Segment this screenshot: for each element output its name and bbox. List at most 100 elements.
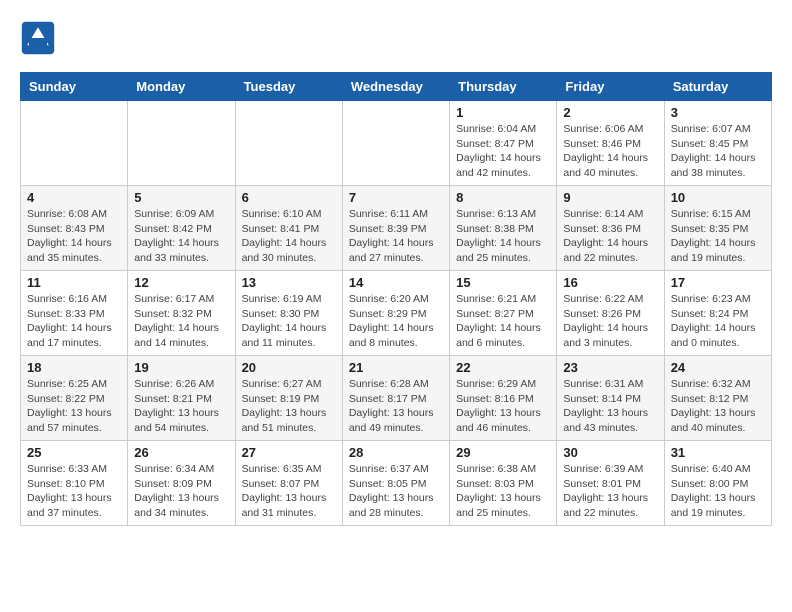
weekday-header-wednesday: Wednesday xyxy=(342,73,449,101)
day-number: 22 xyxy=(456,360,550,375)
day-number: 29 xyxy=(456,445,550,460)
day-info: Sunrise: 6:04 AM Sunset: 8:47 PM Dayligh… xyxy=(456,122,550,181)
day-number: 20 xyxy=(242,360,336,375)
calendar-cell: 14 Sunrise: 6:20 AM Sunset: 8:29 PM Dayli… xyxy=(342,271,449,356)
calendar-cell: 2 Sunrise: 6:06 AM Sunset: 8:46 PM Daylig… xyxy=(557,101,664,186)
calendar-cell: 10 Sunrise: 6:15 AM Sunset: 8:35 PM Dayli… xyxy=(664,186,771,271)
weekday-header-sunday: Sunday xyxy=(21,73,128,101)
day-number: 23 xyxy=(563,360,657,375)
calendar-table: SundayMondayTuesdayWednesdayThursdayFrid… xyxy=(20,72,772,526)
day-number: 24 xyxy=(671,360,765,375)
calendar-cell: 4 Sunrise: 6:08 AM Sunset: 8:43 PM Daylig… xyxy=(21,186,128,271)
day-number: 18 xyxy=(27,360,121,375)
day-number: 21 xyxy=(349,360,443,375)
day-info: Sunrise: 6:13 AM Sunset: 8:38 PM Dayligh… xyxy=(456,207,550,266)
weekday-header-tuesday: Tuesday xyxy=(235,73,342,101)
day-info: Sunrise: 6:22 AM Sunset: 8:26 PM Dayligh… xyxy=(563,292,657,351)
calendar-cell: 28 Sunrise: 6:37 AM Sunset: 8:05 PM Dayli… xyxy=(342,441,449,526)
calendar-cell xyxy=(235,101,342,186)
day-number: 7 xyxy=(349,190,443,205)
day-info: Sunrise: 6:35 AM Sunset: 8:07 PM Dayligh… xyxy=(242,462,336,521)
day-info: Sunrise: 6:14 AM Sunset: 8:36 PM Dayligh… xyxy=(563,207,657,266)
day-info: Sunrise: 6:08 AM Sunset: 8:43 PM Dayligh… xyxy=(27,207,121,266)
day-number: 6 xyxy=(242,190,336,205)
calendar-cell: 9 Sunrise: 6:14 AM Sunset: 8:36 PM Daylig… xyxy=(557,186,664,271)
day-info: Sunrise: 6:34 AM Sunset: 8:09 PM Dayligh… xyxy=(134,462,228,521)
logo-icon xyxy=(20,20,56,56)
calendar-cell: 16Sunrise: 6:22 AM Sunset: 8:26 PM Dayli… xyxy=(557,271,664,356)
weekday-header-row: SundayMondayTuesdayWednesdayThursdayFrid… xyxy=(21,73,772,101)
day-info: Sunrise: 6:10 AM Sunset: 8:41 PM Dayligh… xyxy=(242,207,336,266)
day-info: Sunrise: 6:09 AM Sunset: 8:42 PM Dayligh… xyxy=(134,207,228,266)
calendar-cell xyxy=(342,101,449,186)
day-info: Sunrise: 6:11 AM Sunset: 8:39 PM Dayligh… xyxy=(349,207,443,266)
day-info: Sunrise: 6:39 AM Sunset: 8:01 PM Dayligh… xyxy=(563,462,657,521)
day-number: 13 xyxy=(242,275,336,290)
calendar-cell: 24 Sunrise: 6:32 AM Sunset: 8:12 PM Dayli… xyxy=(664,356,771,441)
calendar-week-2: 4 Sunrise: 6:08 AM Sunset: 8:43 PM Daylig… xyxy=(21,186,772,271)
day-number: 10 xyxy=(671,190,765,205)
day-info: Sunrise: 6:33 AM Sunset: 8:10 PM Dayligh… xyxy=(27,462,121,521)
day-info: Sunrise: 6:07 AM Sunset: 8:45 PM Dayligh… xyxy=(671,122,765,181)
day-number: 4 xyxy=(27,190,121,205)
calendar-week-5: 25 Sunrise: 6:33 AM Sunset: 8:10 PM Dayli… xyxy=(21,441,772,526)
weekday-header-thursday: Thursday xyxy=(450,73,557,101)
day-number: 28 xyxy=(349,445,443,460)
calendar-cell: 19Sunrise: 6:26 AM Sunset: 8:21 PM Dayli… xyxy=(128,356,235,441)
day-number: 2 xyxy=(563,105,657,120)
calendar-cell: 3 Sunrise: 6:07 AM Sunset: 8:45 PM Daylig… xyxy=(664,101,771,186)
day-info: Sunrise: 6:28 AM Sunset: 8:17 PM Dayligh… xyxy=(349,377,443,436)
day-number: 17 xyxy=(671,275,765,290)
calendar-cell: 17 Sunrise: 6:23 AM Sunset: 8:24 PM Dayli… xyxy=(664,271,771,356)
calendar-cell: 27 Sunrise: 6:35 AM Sunset: 8:07 PM Dayli… xyxy=(235,441,342,526)
calendar-cell: 23Sunrise: 6:31 AM Sunset: 8:14 PM Dayli… xyxy=(557,356,664,441)
day-info: Sunrise: 6:23 AM Sunset: 8:24 PM Dayligh… xyxy=(671,292,765,351)
day-info: Sunrise: 6:19 AM Sunset: 8:30 PM Dayligh… xyxy=(242,292,336,351)
calendar-cell: 5 Sunrise: 6:09 AM Sunset: 8:42 PM Daylig… xyxy=(128,186,235,271)
day-info: Sunrise: 6:06 AM Sunset: 8:46 PM Dayligh… xyxy=(563,122,657,181)
day-info: Sunrise: 6:15 AM Sunset: 8:35 PM Dayligh… xyxy=(671,207,765,266)
day-number: 31 xyxy=(671,445,765,460)
calendar-week-1: 1 Sunrise: 6:04 AM Sunset: 8:47 PM Daylig… xyxy=(21,101,772,186)
day-info: Sunrise: 6:37 AM Sunset: 8:05 PM Dayligh… xyxy=(349,462,443,521)
day-info: Sunrise: 6:20 AM Sunset: 8:29 PM Dayligh… xyxy=(349,292,443,351)
weekday-header-friday: Friday xyxy=(557,73,664,101)
calendar-cell: 12 Sunrise: 6:17 AM Sunset: 8:32 PM Dayli… xyxy=(128,271,235,356)
day-info: Sunrise: 6:27 AM Sunset: 8:19 PM Dayligh… xyxy=(242,377,336,436)
weekday-header-monday: Monday xyxy=(128,73,235,101)
calendar-week-4: 18Sunrise: 6:25 AM Sunset: 8:22 PM Dayli… xyxy=(21,356,772,441)
day-number: 15 xyxy=(456,275,550,290)
calendar-cell: 7 Sunrise: 6:11 AM Sunset: 8:39 PM Daylig… xyxy=(342,186,449,271)
day-info: Sunrise: 6:32 AM Sunset: 8:12 PM Dayligh… xyxy=(671,377,765,436)
day-number: 27 xyxy=(242,445,336,460)
day-number: 25 xyxy=(27,445,121,460)
day-number: 5 xyxy=(134,190,228,205)
day-number: 19 xyxy=(134,360,228,375)
day-info: Sunrise: 6:29 AM Sunset: 8:16 PM Dayligh… xyxy=(456,377,550,436)
calendar-cell: 6 Sunrise: 6:10 AM Sunset: 8:41 PM Daylig… xyxy=(235,186,342,271)
day-number: 12 xyxy=(134,275,228,290)
calendar-cell: 26Sunrise: 6:34 AM Sunset: 8:09 PM Dayli… xyxy=(128,441,235,526)
calendar-cell: 25 Sunrise: 6:33 AM Sunset: 8:10 PM Dayli… xyxy=(21,441,128,526)
calendar-cell: 30Sunrise: 6:39 AM Sunset: 8:01 PM Dayli… xyxy=(557,441,664,526)
calendar-cell: 8 Sunrise: 6:13 AM Sunset: 8:38 PM Daylig… xyxy=(450,186,557,271)
day-number: 9 xyxy=(563,190,657,205)
day-number: 11 xyxy=(27,275,121,290)
day-info: Sunrise: 6:16 AM Sunset: 8:33 PM Dayligh… xyxy=(27,292,121,351)
calendar-cell: 29 Sunrise: 6:38 AM Sunset: 8:03 PM Dayli… xyxy=(450,441,557,526)
calendar-cell: 1 Sunrise: 6:04 AM Sunset: 8:47 PM Daylig… xyxy=(450,101,557,186)
calendar-cell xyxy=(21,101,128,186)
day-info: Sunrise: 6:38 AM Sunset: 8:03 PM Dayligh… xyxy=(456,462,550,521)
day-number: 1 xyxy=(456,105,550,120)
day-number: 3 xyxy=(671,105,765,120)
day-number: 8 xyxy=(456,190,550,205)
calendar-cell: 21 Sunrise: 6:28 AM Sunset: 8:17 PM Dayli… xyxy=(342,356,449,441)
calendar-cell: 15Sunrise: 6:21 AM Sunset: 8:27 PM Dayli… xyxy=(450,271,557,356)
calendar-cell: 22 Sunrise: 6:29 AM Sunset: 8:16 PM Dayli… xyxy=(450,356,557,441)
day-info: Sunrise: 6:17 AM Sunset: 8:32 PM Dayligh… xyxy=(134,292,228,351)
calendar-week-3: 11 Sunrise: 6:16 AM Sunset: 8:33 PM Dayli… xyxy=(21,271,772,356)
calendar-cell xyxy=(128,101,235,186)
day-number: 14 xyxy=(349,275,443,290)
page-header xyxy=(20,20,772,56)
calendar-cell: 31Sunrise: 6:40 AM Sunset: 8:00 PM Dayli… xyxy=(664,441,771,526)
